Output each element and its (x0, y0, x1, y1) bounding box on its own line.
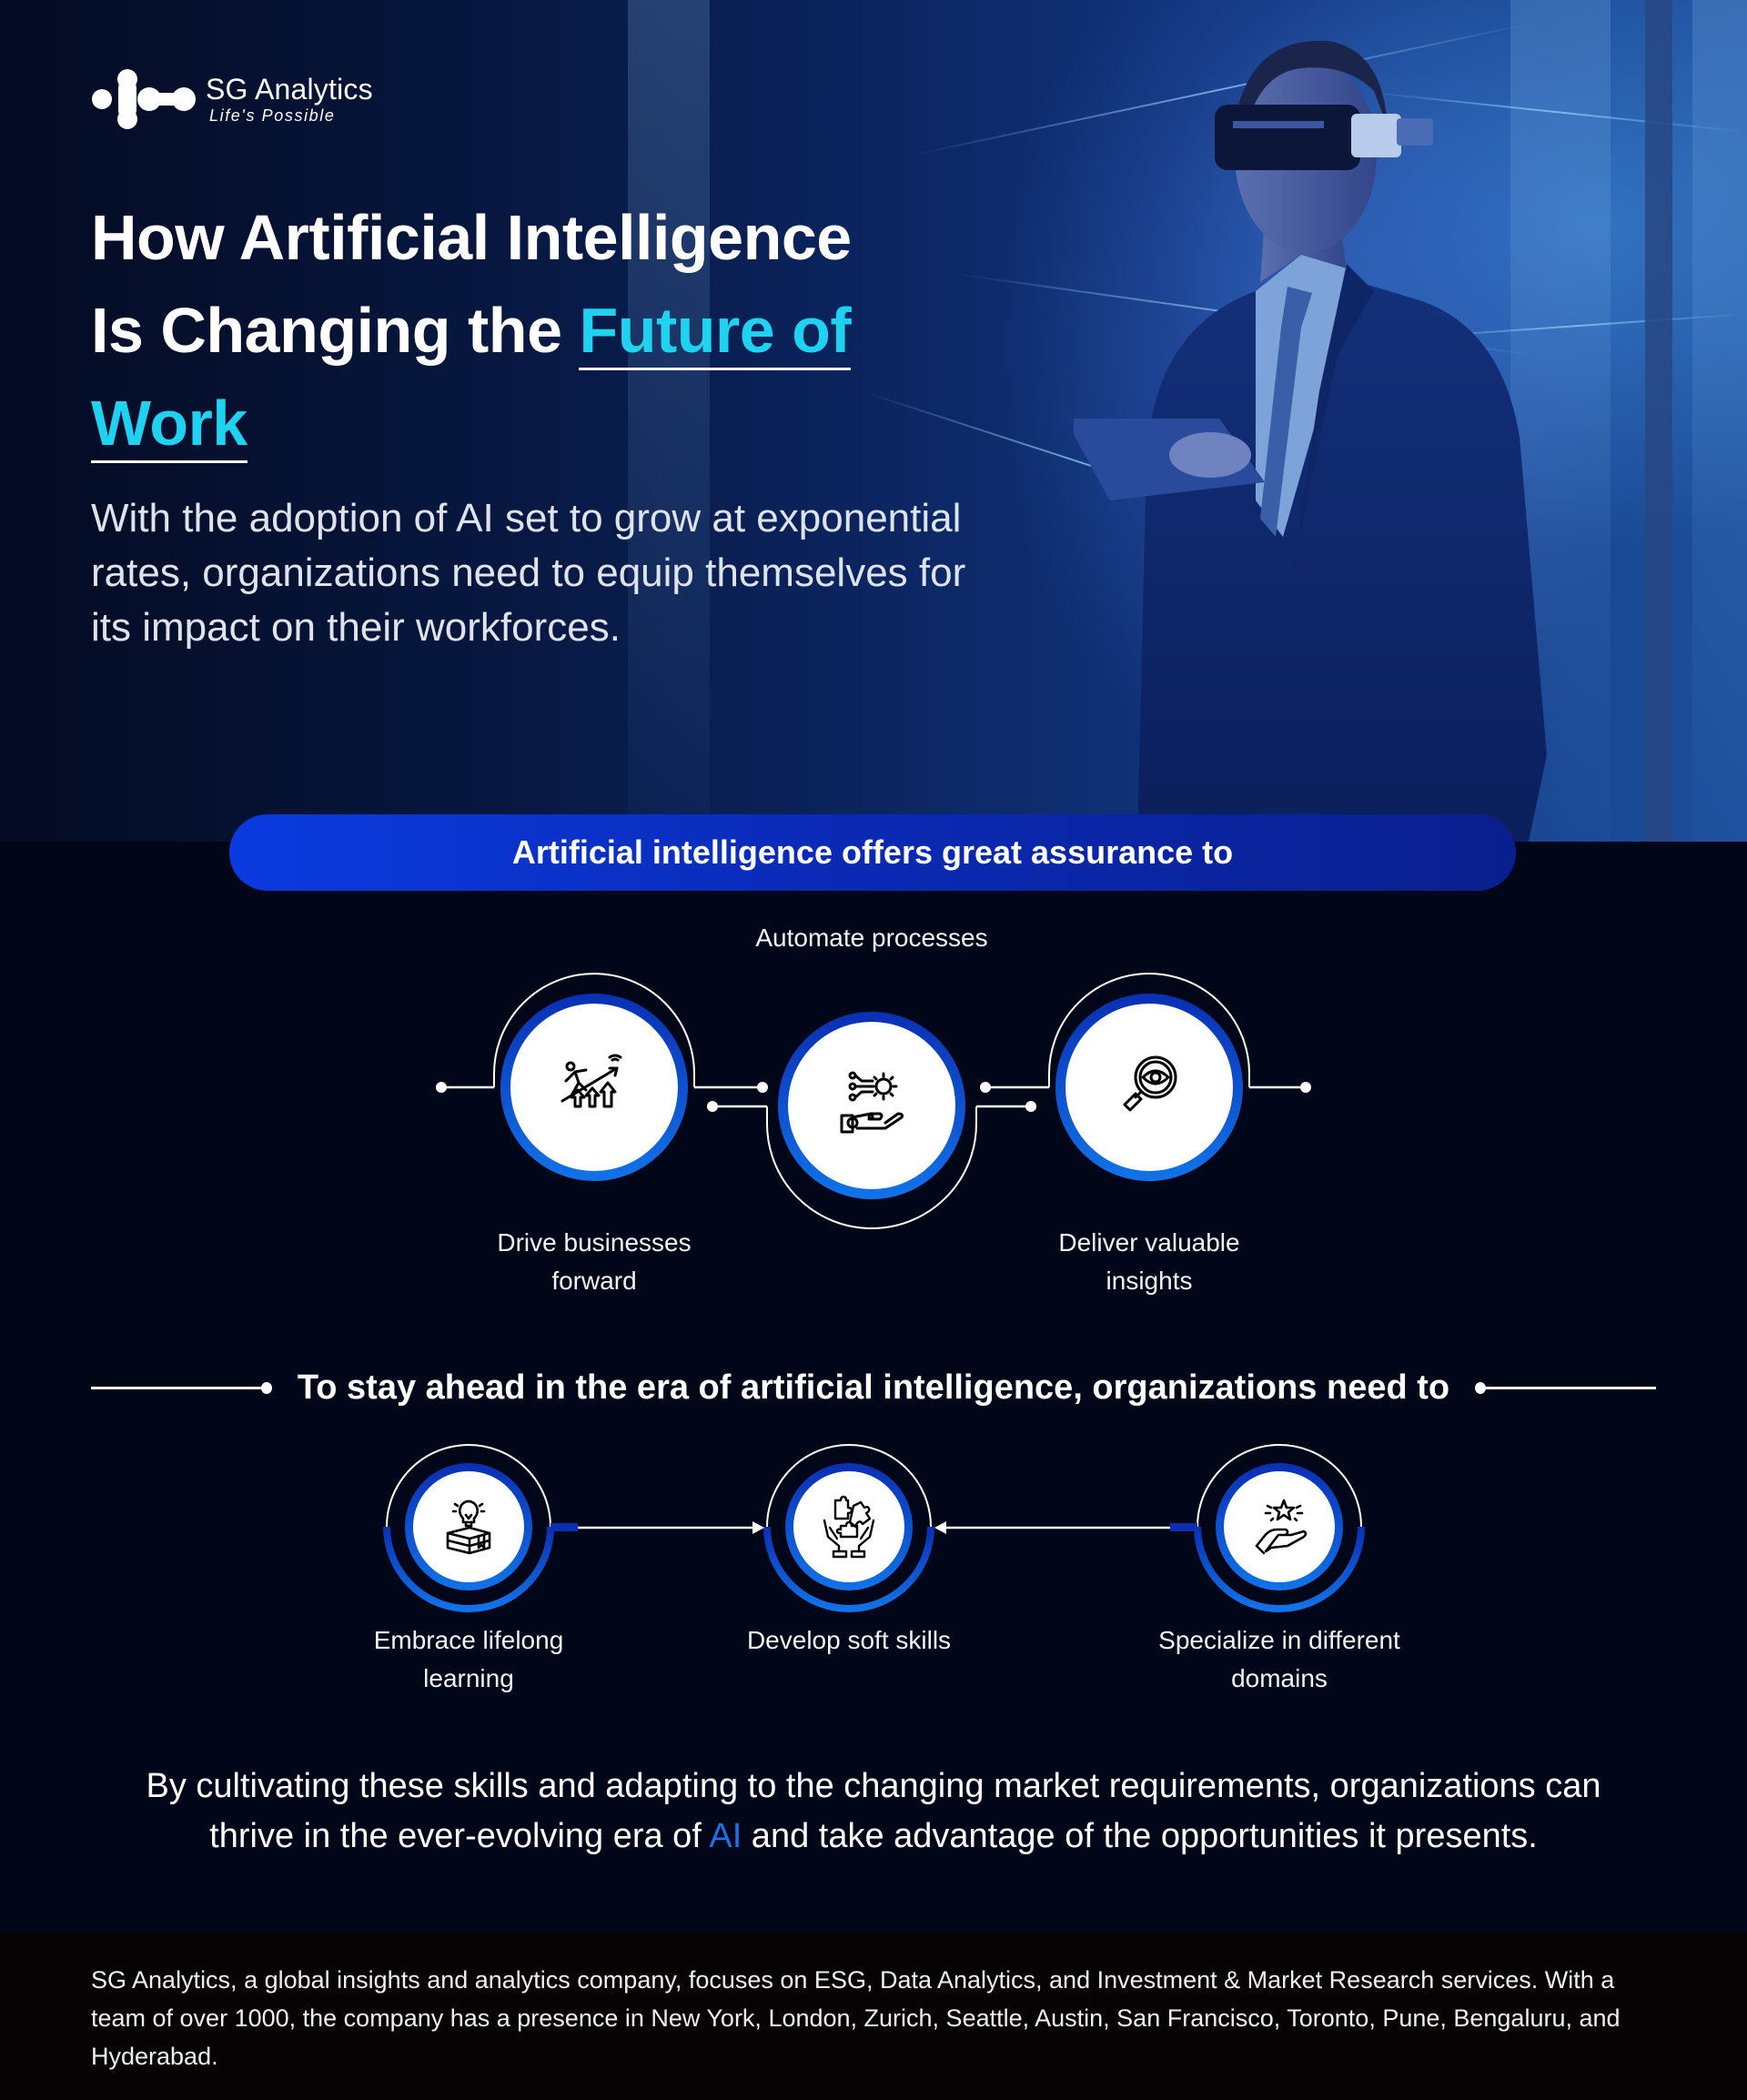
needs-heading: To stay ahead in the era of artificial i… (297, 1368, 1450, 1407)
brand-logo: SG Analytics Life's Possible (91, 68, 373, 130)
book-lightbulb-icon (432, 1490, 505, 1563)
title-accent-future: Future of (579, 295, 852, 370)
needs-item-label: Develop soft skills (746, 1626, 952, 1654)
hand-star-icon (1243, 1490, 1316, 1563)
needs-item-label: Embrace lifelong learning (373, 1626, 564, 1692)
sg-analytics-logo-icon (92, 69, 196, 129)
title-line-2: Is Changing the (91, 295, 580, 366)
footer-company-description: SG Analytics, a global insights and anal… (91, 1966, 1621, 2070)
hero-section: SG Analytics Life's Possible How Artific… (0, 0, 1747, 842)
climbing-growth-icon (549, 1042, 640, 1133)
assurance-item-label: Drive businesses forward (497, 1228, 692, 1295)
title-line-1: How Artificial Intelligence (91, 202, 852, 273)
conclusion-text: By cultivating these skills and adapting… (127, 1762, 1620, 1862)
needs-heading-row: To stay ahead in the era of artificial i… (91, 1365, 1657, 1410)
robotic-hand-gear-icon (826, 1060, 917, 1151)
footer: SG Analytics, a global insights and anal… (0, 1933, 1747, 2100)
hands-puzzle-icon (813, 1490, 885, 1563)
title-accent-work: Work (91, 388, 247, 463)
window-pillar (1645, 0, 1672, 842)
conclusion-highlight-ai: AI (709, 1817, 742, 1855)
assurance-banner-text: Artificial intelligence offers great ass… (511, 833, 1234, 871)
vr-businessman-image (1074, 40, 1547, 842)
conclusion-part-2: and take advantage of the opportunities … (742, 1817, 1538, 1855)
assurance-banner: Artificial intelligence offers great ass… (229, 814, 1516, 891)
hero-subtitle: With the adoption of AI set to grow at e… (91, 496, 966, 650)
divider-line (1475, 1381, 1657, 1394)
brand-tagline: Life's Possible (209, 106, 336, 125)
needs-item-label: Specialize in different domains (1158, 1626, 1400, 1692)
page-title: How Artificial Intelligence Is Changing … (91, 191, 964, 469)
brand-name: SG Analytics (206, 73, 373, 106)
assurance-item-label: Deliver valuable insights (1058, 1228, 1240, 1295)
divider-line (91, 1381, 272, 1394)
magnifier-eye-icon (1104, 1042, 1195, 1133)
assurance-item-label: Automate processes (755, 924, 988, 952)
